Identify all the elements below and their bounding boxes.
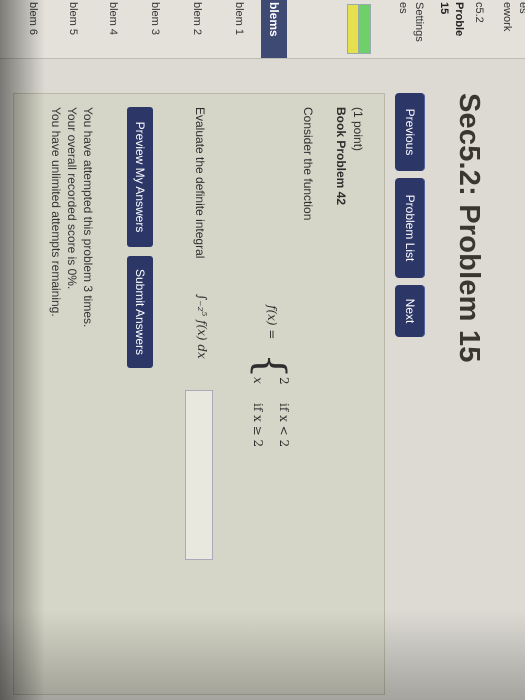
attempts-status: You have attempted this problem 3 times. — [81, 107, 95, 328]
sidebar-problem-item[interactable]: blem 6 — [27, 2, 39, 35]
case2-value: x — [251, 377, 265, 384]
score-status: Your overall recorded score is 0%. — [65, 107, 79, 290]
preview-answers-button[interactable]: Preview My Answers — [127, 107, 153, 247]
sidebar-settings-sub[interactable]: es — [397, 2, 409, 14]
sidebar-problem-item[interactable]: blem 2 — [191, 2, 203, 35]
progress-bar-correct — [359, 4, 371, 54]
sidebar-settings-link[interactable]: Settings — [413, 2, 425, 42]
sidebar-problem-item[interactable]: blem 1 — [233, 2, 245, 35]
function-label: f(x) = — [265, 305, 279, 340]
sidebar-problem-number[interactable]: 15 — [438, 2, 450, 14]
previous-button[interactable]: Previous — [395, 93, 425, 171]
case1-condition: if x < 2 — [277, 403, 291, 448]
brace-symbol: { — [247, 353, 293, 379]
sidebar-top-label: es — [517, 2, 525, 14]
sidebar-problem-item[interactable]: blem 4 — [107, 2, 119, 35]
next-button[interactable]: Next — [395, 285, 425, 337]
sidebar: es ework c5.2 Proble 15 Settings es blem… — [0, 0, 525, 59]
sidebar-set-link[interactable]: c5.2 — [473, 2, 485, 23]
sidebar-homework-link[interactable]: ework — [501, 2, 513, 31]
case2-condition: if x ≥ 2 — [251, 403, 265, 448]
sidebar-problem-link[interactable]: Proble — [453, 2, 465, 36]
sidebar-problem-item[interactable]: blem 5 — [67, 2, 79, 35]
book-problem-label: Book Problem 42 — [334, 107, 348, 206]
progress-bar-partial — [347, 4, 359, 54]
integral-expression: ∫₋₂⁵ f(x) dx — [195, 294, 209, 359]
page-title: Sec5.2: Problem 15 — [453, 93, 485, 363]
piecewise-function: f(x) = { 2 if x < 2 x if x ≥ 2 — [237, 305, 297, 505]
remaining-status: You have unlimited attempts remaining. — [49, 107, 63, 317]
sidebar-problem-item[interactable]: blem 3 — [149, 2, 161, 35]
problems-header: blems — [261, 0, 287, 58]
problem-intro: Consider the function — [301, 107, 315, 221]
webwork-page: es ework c5.2 Proble 15 Settings es blem… — [0, 0, 525, 700]
answer-input[interactable] — [185, 390, 213, 560]
problem-list-button[interactable]: Problem List — [395, 178, 425, 278]
case1-value: 2 — [277, 377, 291, 385]
submit-answers-button[interactable]: Submit Answers — [127, 256, 153, 368]
question-text: Evaluate the definite integral — [193, 107, 207, 259]
points-label: (1 point) — [351, 107, 365, 152]
